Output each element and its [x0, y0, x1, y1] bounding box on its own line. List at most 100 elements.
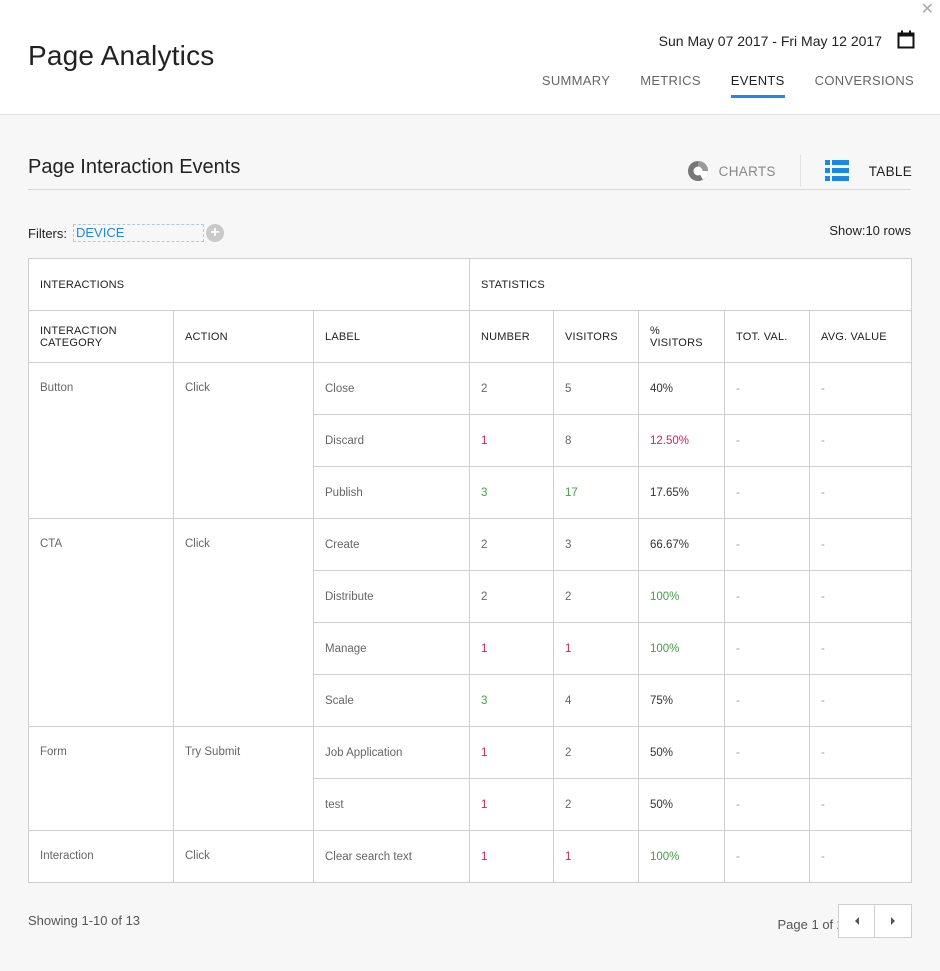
table-row: Button Click Close 2 5 40% - -: [28, 362, 913, 519]
number-cell: 3: [469, 466, 554, 519]
calendar-icon[interactable]: [897, 30, 915, 49]
tab-events[interactable]: EVENTS: [730, 73, 785, 98]
page-title: Page Analytics: [28, 40, 215, 71]
filters-bar: Filters: DEVICE +: [28, 224, 224, 242]
group-header-interactions: INTERACTIONS: [28, 258, 470, 311]
label-cell: Distribute: [313, 570, 470, 623]
category-cell: CTA: [28, 518, 174, 727]
col-header-avg-value[interactable]: AVG. VALUE: [808, 310, 913, 363]
avg-value-cell: -: [808, 726, 913, 779]
pct-visitors-cell: 100%: [638, 570, 725, 623]
next-page-button[interactable]: [875, 904, 912, 938]
number-cell: 2: [469, 570, 554, 623]
col-header-action[interactable]: ACTION: [173, 310, 314, 363]
avg-value-cell: -: [808, 518, 913, 571]
avg-value-cell: -: [808, 674, 913, 727]
col-header-category[interactable]: INTERACTION CATEGORY: [28, 310, 174, 363]
table-row: Interaction Click Clear search text 1 1 …: [28, 830, 913, 883]
table-button[interactable]: TABLE: [824, 160, 912, 182]
label-cell: Job Application: [313, 726, 470, 779]
tot-val-cell: -: [724, 362, 810, 415]
show-rows-suffix: rows: [883, 223, 911, 238]
visitors-cell: 4: [553, 674, 639, 727]
section-divider: [28, 189, 911, 190]
filters-label: Filters:: [28, 225, 67, 241]
pct-visitors-cell: 50%: [638, 726, 725, 779]
visitors-cell: 8: [553, 414, 639, 467]
label-cell: Discard: [313, 414, 470, 467]
toggle-divider: [799, 155, 801, 187]
filter-chip-device[interactable]: DEVICE: [73, 224, 204, 242]
col-header-label[interactable]: LABEL: [313, 310, 470, 363]
prev-page-button[interactable]: [838, 904, 875, 938]
add-filter-icon[interactable]: +: [206, 224, 224, 242]
tab-metrics[interactable]: METRICS: [640, 73, 701, 98]
label-cell: Close: [313, 362, 470, 415]
visitors-cell: 17: [553, 466, 639, 519]
number-cell: 2: [469, 362, 554, 415]
number-cell: 1: [469, 778, 554, 831]
action-cell: Click: [173, 830, 314, 883]
label-cell: test: [313, 778, 470, 831]
col-header-pct-visitors[interactable]: % VISITORS: [638, 310, 725, 363]
chevron-right-icon: [891, 917, 895, 925]
pct-visitors-cell: 100%: [638, 622, 725, 675]
charts-button[interactable]: CHARTS: [687, 160, 776, 182]
label-cell: Scale: [313, 674, 470, 727]
visitors-cell: 1: [553, 622, 639, 675]
close-icon[interactable]: ✕: [921, 2, 934, 18]
number-cell: 2: [469, 518, 554, 571]
events-table: INTERACTIONS STATISTICS INTERACTION CATE…: [28, 258, 913, 883]
tab-summary[interactable]: SUMMARY: [542, 73, 610, 98]
avg-value-cell: -: [808, 778, 913, 831]
tot-val-cell: -: [724, 414, 810, 467]
table-label: TABLE: [868, 163, 912, 179]
avg-value-cell: -: [808, 466, 913, 519]
label-cell: Create: [313, 518, 470, 571]
action-cell: Click: [173, 362, 314, 519]
pct-visitors-cell: 50%: [638, 778, 725, 831]
tot-val-cell: -: [724, 726, 810, 779]
tot-val-cell: -: [724, 570, 810, 623]
category-cell: Form: [28, 726, 174, 831]
rows-per-page-select[interactable]: 10: [865, 223, 879, 238]
number-cell: 1: [469, 622, 554, 675]
tot-val-cell: -: [724, 778, 810, 831]
col-header-number[interactable]: NUMBER: [469, 310, 554, 363]
tot-val-cell: -: [724, 830, 810, 883]
label-cell: Clear search text: [313, 830, 470, 883]
label-cell: Publish: [313, 466, 470, 519]
pagination: [838, 904, 912, 938]
action-cell: Try Submit: [173, 726, 314, 831]
list-icon: [824, 160, 849, 181]
avg-value-cell: -: [808, 622, 913, 675]
table-row: Form Try Submit Job Application 1 2 50% …: [28, 726, 913, 831]
number-cell: 1: [469, 726, 554, 779]
charts-label: CHARTS: [718, 163, 776, 179]
tot-val-cell: -: [724, 674, 810, 727]
avg-value-cell: -: [808, 414, 913, 467]
visitors-cell: 2: [553, 570, 639, 623]
category-cell: Interaction: [28, 830, 174, 883]
pct-visitors-cell: 17.65%: [638, 466, 725, 519]
header: ✕ Page Analytics Sun May 07 2017 - Fri M…: [0, 0, 940, 115]
pct-visitors-cell: 75%: [638, 674, 725, 727]
date-range[interactable]: Sun May 07 2017 - Fri May 12 2017: [659, 33, 882, 49]
label-cell: Manage: [313, 622, 470, 675]
visitors-cell: 3: [553, 518, 639, 571]
group-header-statistics: STATISTICS: [468, 258, 913, 311]
category-cell: Button: [28, 362, 174, 519]
tab-conversions[interactable]: CONVERSIONS: [815, 73, 914, 98]
visitors-cell: 5: [553, 362, 639, 415]
number-cell: 3: [469, 674, 554, 727]
tab-bar: SUMMARY METRICS EVENTS CONVERSIONS: [542, 73, 914, 98]
tot-val-cell: -: [724, 518, 810, 571]
visitors-cell: 2: [553, 778, 639, 831]
pct-visitors-cell: 66.67%: [638, 518, 725, 571]
avg-value-cell: -: [808, 362, 913, 415]
show-rows: Show:10 rows: [829, 223, 911, 238]
col-header-tot-val[interactable]: TOT. VAL.: [724, 310, 810, 363]
action-cell: Click: [173, 518, 314, 727]
page-info: Page 1 of 2: [777, 917, 845, 932]
col-header-visitors[interactable]: VISITORS: [553, 310, 639, 363]
